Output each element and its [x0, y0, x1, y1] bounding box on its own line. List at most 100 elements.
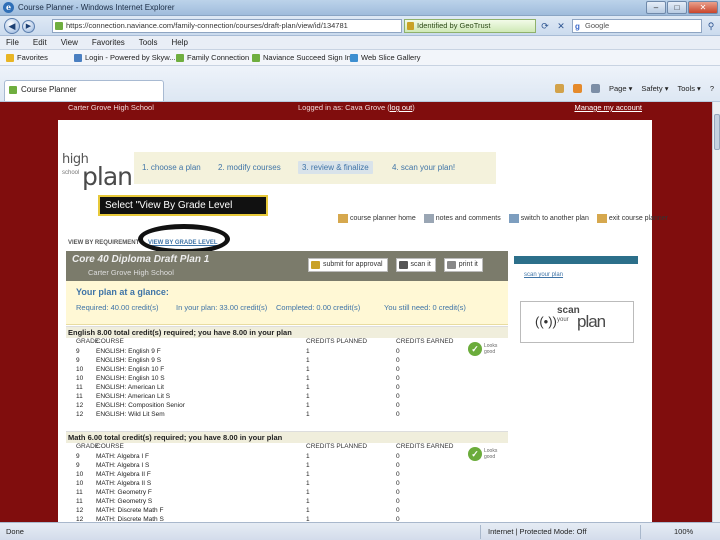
cell-grade: 9 — [76, 348, 80, 355]
stop-icon[interactable]: ✕ — [554, 19, 568, 33]
column-header-earned: CREDITS EARNED — [396, 443, 454, 450]
menu-tools[interactable]: Tools — [139, 36, 158, 49]
cell-course: MATH: Algebra I S — [96, 462, 150, 469]
step-review-finalize[interactable]: 3. review & finalize — [298, 161, 373, 174]
search-input[interactable]: g Google — [572, 19, 702, 33]
fav-web-slice[interactable]: Web Slice Gallery — [350, 52, 420, 64]
section-title: English 8.00 total credit(s) required; y… — [66, 326, 508, 338]
column-header-planned: CREDITS PLANNED — [306, 443, 368, 450]
scrollbar-thumb[interactable] — [714, 114, 720, 150]
link-switch-plan[interactable]: switch to another plan — [508, 214, 589, 223]
cell-course: MATH: Discrete Math F — [96, 507, 164, 514]
favorites-button[interactable]: Favorites — [6, 52, 48, 64]
cell-earned: 0 — [396, 384, 400, 391]
page-viewport: Carter Grove High School Logged in as: C… — [0, 102, 712, 522]
feeds-button[interactable] — [572, 84, 582, 93]
minimize-button[interactable]: – — [646, 1, 666, 14]
forward-button[interactable]: ▶ — [22, 20, 35, 33]
page-icon — [252, 54, 260, 62]
tab-course-planner[interactable]: Course Planner — [4, 80, 164, 101]
cell-planned: 1 — [306, 480, 310, 487]
menu-bar: File Edit View Favorites Tools Help — [0, 36, 720, 50]
refresh-icon[interactable]: ⟳ — [538, 19, 552, 33]
step-modify-courses[interactable]: 2. modify courses — [218, 163, 281, 172]
fav-label: Family Connection — [187, 53, 250, 62]
table-row: 9 MATH: Algebra I F 1 0 — [66, 453, 508, 461]
glance-in-plan: In your plan: 33.00 credit(s) — [176, 303, 268, 312]
badge-text: Looks good — [484, 448, 498, 460]
print-button[interactable] — [590, 84, 600, 93]
table-row: 11 ENGLISH: American Lit S 1 0 — [66, 393, 508, 401]
scan-it-button[interactable]: scan it — [395, 258, 436, 272]
cell-grade: 9 — [76, 462, 80, 469]
home-icon — [338, 214, 348, 223]
wizard-steps: 1. choose a plan 2. modify courses 3. re… — [134, 152, 496, 184]
help-menu[interactable]: ? — [710, 84, 714, 93]
certificate-badge[interactable]: Identified by GeoTrust — [404, 19, 536, 33]
zoom-level[interactable]: 100% — [674, 527, 693, 536]
site-header: Carter Grove High School Logged in as: C… — [58, 102, 652, 114]
notes-icon — [423, 214, 434, 223]
cell-earned: 0 — [396, 411, 400, 418]
vertical-scrollbar[interactable] — [712, 102, 720, 522]
step-choose-plan[interactable]: 1. choose a plan — [142, 163, 201, 172]
menu-view[interactable]: View — [61, 36, 78, 49]
cell-course: ENGLISH: English 10 F — [96, 366, 165, 373]
cell-planned: 1 — [306, 366, 310, 373]
table-row: 9 ENGLISH: English 9 F 1 0 — [66, 348, 508, 356]
step-scan-plan[interactable]: 4. scan your plan! — [392, 163, 455, 172]
link-label: switch to another plan — [520, 215, 589, 222]
maximize-button[interactable]: □ — [667, 1, 687, 14]
page-menu[interactable]: Page ▾ — [609, 84, 632, 93]
table-row: 11 ENGLISH: American Lit 1 0 — [66, 384, 508, 392]
sidebar-scan-link[interactable]: scan your plan — [524, 272, 563, 278]
table-row: 11 MATH: Geometry F 1 0 — [66, 489, 508, 497]
link-label: course planner home — [350, 215, 416, 222]
cell-grade: 11 — [76, 489, 83, 496]
logout-link[interactable]: log out — [390, 103, 413, 112]
security-zone: Internet | Protected Mode: Off — [488, 527, 587, 536]
column-header-course: COURSE — [96, 338, 124, 345]
logged-in-text: Logged in as: Cava Grove (log out) — [298, 103, 415, 112]
checkmark-icon: ✓ — [468, 342, 482, 356]
print-it-button[interactable]: print it — [443, 258, 483, 272]
close-button[interactable]: ✕ — [688, 1, 718, 14]
cell-grade: 10 — [76, 375, 84, 382]
menu-favorites[interactable]: Favorites — [92, 36, 125, 49]
menu-file[interactable]: File — [6, 36, 19, 49]
cell-course: ENGLISH: American Lit — [96, 384, 164, 391]
logo-school: school — [62, 170, 80, 176]
command-bar: Page ▾ Safety ▾ Tools ▾ ? — [554, 84, 714, 93]
glance-title: Your plan at a glance: — [76, 287, 169, 297]
home-button[interactable] — [554, 84, 564, 93]
link-notes-comments[interactable]: notes and comments — [423, 214, 501, 223]
fav-naviance[interactable]: Naviance Succeed Sign In — [252, 52, 351, 64]
google-icon: g — [575, 22, 580, 31]
search-magnifier-icon[interactable]: ⚲ — [704, 19, 718, 33]
menu-edit[interactable]: Edit — [33, 36, 47, 49]
cell-planned: 1 — [306, 471, 310, 478]
cell-earned: 0 — [396, 348, 400, 355]
cell-earned: 0 — [396, 471, 400, 478]
address-field[interactable]: https://connection.naviance.com/family-c… — [52, 19, 402, 33]
cell-grade: 9 — [76, 357, 80, 364]
cell-course: MATH: Algebra II F — [96, 471, 151, 478]
tab-view-by-requirement[interactable]: VIEW BY REQUIREMENT — [68, 240, 139, 246]
manage-account-link[interactable]: Manage my account — [574, 102, 642, 114]
section-title: Math 6.00 total credit(s) required; you … — [66, 431, 508, 443]
window-titlebar: e Course Planner - Windows Internet Expl… — [0, 0, 720, 16]
safety-menu[interactable]: Safety ▾ — [641, 84, 668, 93]
tab-bar: Course Planner Page ▾ Safety ▾ Tools ▾ ? — [0, 66, 720, 102]
fav-skyward[interactable]: Login - Powered by Skyw... — [74, 52, 175, 64]
link-course-planner-home[interactable]: course planner home — [338, 214, 416, 223]
scan-your-plan-banner[interactable]: ((•)) scan your plan — [520, 301, 634, 343]
signal-waves-icon: ((•)) — [535, 314, 557, 329]
submit-approval-button[interactable]: submit for approval — [308, 258, 388, 272]
fav-family-connection[interactable]: Family Connection — [176, 52, 249, 64]
link-exit-planner[interactable]: exit course planner — [596, 214, 668, 223]
back-button[interactable]: ◀ — [4, 18, 20, 34]
tools-menu[interactable]: Tools ▾ — [677, 84, 700, 93]
status-divider — [480, 525, 481, 539]
menu-help[interactable]: Help — [171, 36, 187, 49]
cell-grade: 12 — [76, 411, 84, 418]
